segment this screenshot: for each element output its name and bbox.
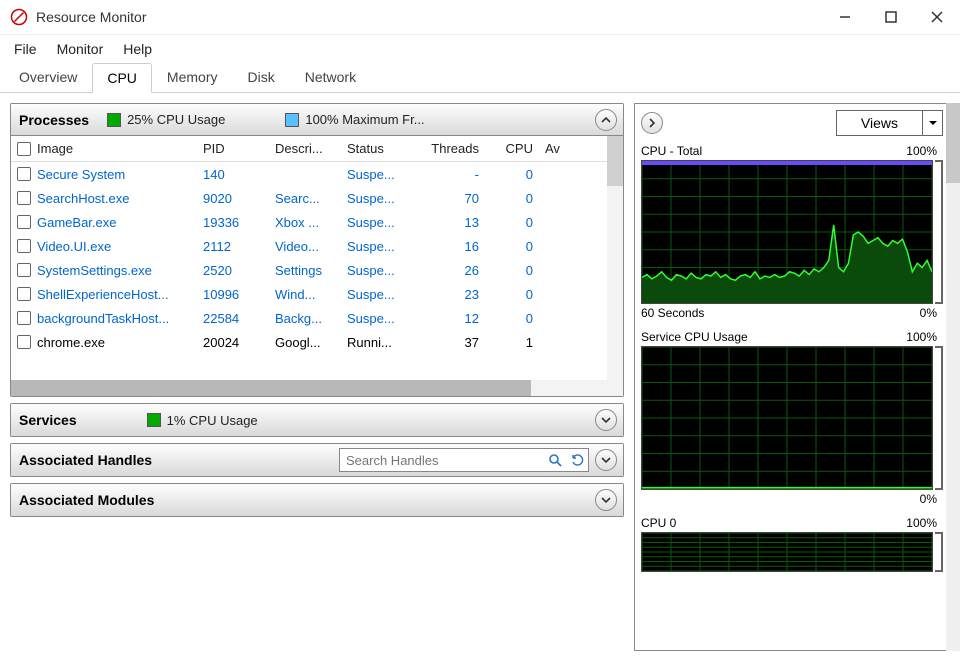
- left-pane: Processes 25% CPU Usage 100% Maximum Fr.…: [0, 93, 634, 661]
- table-row[interactable]: ShellExperienceHost...10996Wind...Suspe.…: [11, 282, 623, 306]
- select-all-checkbox[interactable]: [17, 142, 31, 156]
- modules-title: Associated Modules: [19, 492, 154, 508]
- titlebar: Resource Monitor: [0, 0, 960, 35]
- menubar: File Monitor Help: [0, 35, 960, 63]
- services-title: Services: [19, 412, 77, 428]
- menu-help[interactable]: Help: [121, 39, 154, 59]
- tab-memory[interactable]: Memory: [152, 62, 233, 92]
- table-row[interactable]: Video.UI.exe2112Video...Suspe...160: [11, 234, 623, 258]
- chart-cpu-total: CPU - Total 100% 60 Seconds 0%: [641, 142, 943, 324]
- processes-title: Processes: [19, 112, 89, 128]
- services-swatch: [147, 413, 161, 427]
- chart-cpu0-title: CPU 0: [641, 516, 676, 530]
- max-freq-swatch: [285, 113, 299, 127]
- close-button[interactable]: [914, 0, 960, 35]
- handles-search: [339, 448, 589, 472]
- handles-search-input[interactable]: [340, 453, 544, 468]
- tabstrip: Overview CPU Memory Disk Network: [0, 63, 960, 93]
- modules-header[interactable]: Associated Modules: [11, 484, 623, 516]
- col-description[interactable]: Descri...: [269, 141, 341, 156]
- tab-cpu[interactable]: CPU: [92, 63, 152, 93]
- chart-brace: [935, 346, 943, 490]
- chart-service-xright: 0%: [920, 492, 937, 506]
- modules-expand-button[interactable]: [595, 489, 617, 511]
- col-pid[interactable]: PID: [197, 141, 269, 156]
- cpu-usage-text: 25% CPU Usage: [127, 112, 225, 127]
- views-dropdown[interactable]: Views: [836, 110, 943, 136]
- tab-overview[interactable]: Overview: [4, 62, 92, 92]
- row-checkbox[interactable]: [17, 215, 31, 229]
- chart-total-max: 100%: [906, 144, 937, 158]
- table-row[interactable]: chrome.exe20024Googl...Runni...371: [11, 330, 623, 354]
- right-vscrollbar[interactable]: [946, 103, 960, 651]
- col-status[interactable]: Status: [341, 141, 407, 156]
- services-expand-button[interactable]: [595, 409, 617, 431]
- right-toolbar: Views: [641, 110, 943, 136]
- table-row[interactable]: backgroundTaskHost...22584Backg...Suspe.…: [11, 306, 623, 330]
- services-usage-text: 1% CPU Usage: [167, 413, 258, 428]
- processes-hscrollbar[interactable]: [11, 380, 623, 396]
- chart-service-cpu: Service CPU Usage 100% 0%: [641, 328, 943, 510]
- row-checkbox[interactable]: [17, 335, 31, 349]
- col-threads[interactable]: Threads: [407, 141, 485, 156]
- menu-file[interactable]: File: [12, 39, 39, 59]
- chart-service-canvas: [641, 346, 933, 490]
- row-checkbox[interactable]: [17, 311, 31, 325]
- maximize-button[interactable]: [868, 0, 914, 35]
- row-checkbox[interactable]: [17, 167, 31, 181]
- chart-cpu0-canvas: [641, 532, 933, 572]
- services-header[interactable]: Services 1% CPU Usage: [11, 404, 623, 436]
- resmon-icon: [10, 8, 28, 26]
- row-checkbox[interactable]: [17, 287, 31, 301]
- tab-network[interactable]: Network: [290, 62, 371, 92]
- panel-handles: Associated Handles: [10, 443, 624, 477]
- column-headers: Image PID Descri... Status Threads CPU A…: [11, 136, 623, 162]
- chart-brace: [935, 532, 943, 572]
- chevron-down-icon: [922, 110, 942, 136]
- row-checkbox[interactable]: [17, 191, 31, 205]
- chart-cpu0: CPU 0 100%: [641, 514, 943, 572]
- handles-header[interactable]: Associated Handles: [11, 444, 623, 476]
- col-cpu[interactable]: CPU: [485, 141, 539, 156]
- col-image[interactable]: Image: [11, 141, 197, 156]
- handles-title: Associated Handles: [19, 452, 152, 468]
- process-rows: Secure System140Suspe...-0SearchHost.exe…: [11, 162, 623, 380]
- chart-total-xright: 0%: [920, 306, 937, 320]
- panel-modules: Associated Modules: [10, 483, 624, 517]
- content: Processes 25% CPU Usage 100% Maximum Fr.…: [0, 93, 960, 661]
- row-checkbox[interactable]: [17, 239, 31, 253]
- menu-monitor[interactable]: Monitor: [55, 39, 106, 59]
- chart-brace: [935, 160, 943, 304]
- processes-body: Image PID Descri... Status Threads CPU A…: [11, 136, 623, 396]
- chart-total-xleft: 60 Seconds: [641, 306, 704, 320]
- tab-disk[interactable]: Disk: [232, 62, 289, 92]
- collapse-sidebar-button[interactable]: [641, 112, 663, 134]
- chart-cpu0-max: 100%: [906, 516, 937, 530]
- row-checkbox[interactable]: [17, 263, 31, 277]
- table-row[interactable]: Secure System140Suspe...-0: [11, 162, 623, 186]
- processes-collapse-button[interactable]: [595, 109, 617, 131]
- chart-service-title: Service CPU Usage: [641, 330, 748, 344]
- chart-service-max: 100%: [906, 330, 937, 344]
- window-title: Resource Monitor: [36, 9, 822, 25]
- handles-expand-button[interactable]: [595, 449, 617, 471]
- chart-total-canvas: [641, 160, 933, 304]
- table-row[interactable]: SearchHost.exe9020Searc...Suspe...700: [11, 186, 623, 210]
- cpu-usage-swatch: [107, 113, 121, 127]
- refresh-icon[interactable]: [566, 449, 588, 471]
- processes-header[interactable]: Processes 25% CPU Usage 100% Maximum Fr.…: [11, 104, 623, 136]
- minimize-button[interactable]: [822, 0, 868, 35]
- table-row[interactable]: SystemSettings.exe2520SettingsSuspe...26…: [11, 258, 623, 282]
- chart-total-title: CPU - Total: [641, 144, 702, 158]
- table-row[interactable]: GameBar.exe19336Xbox ...Suspe...130: [11, 210, 623, 234]
- views-label: Views: [837, 115, 922, 131]
- search-icon[interactable]: [544, 449, 566, 471]
- panel-processes: Processes 25% CPU Usage 100% Maximum Fr.…: [10, 103, 624, 397]
- col-average[interactable]: Av: [539, 141, 569, 156]
- max-freq-text: 100% Maximum Fr...: [305, 112, 424, 127]
- panel-services: Services 1% CPU Usage: [10, 403, 624, 437]
- right-pane: Views CPU - Total 100% 60 Seconds: [634, 93, 960, 661]
